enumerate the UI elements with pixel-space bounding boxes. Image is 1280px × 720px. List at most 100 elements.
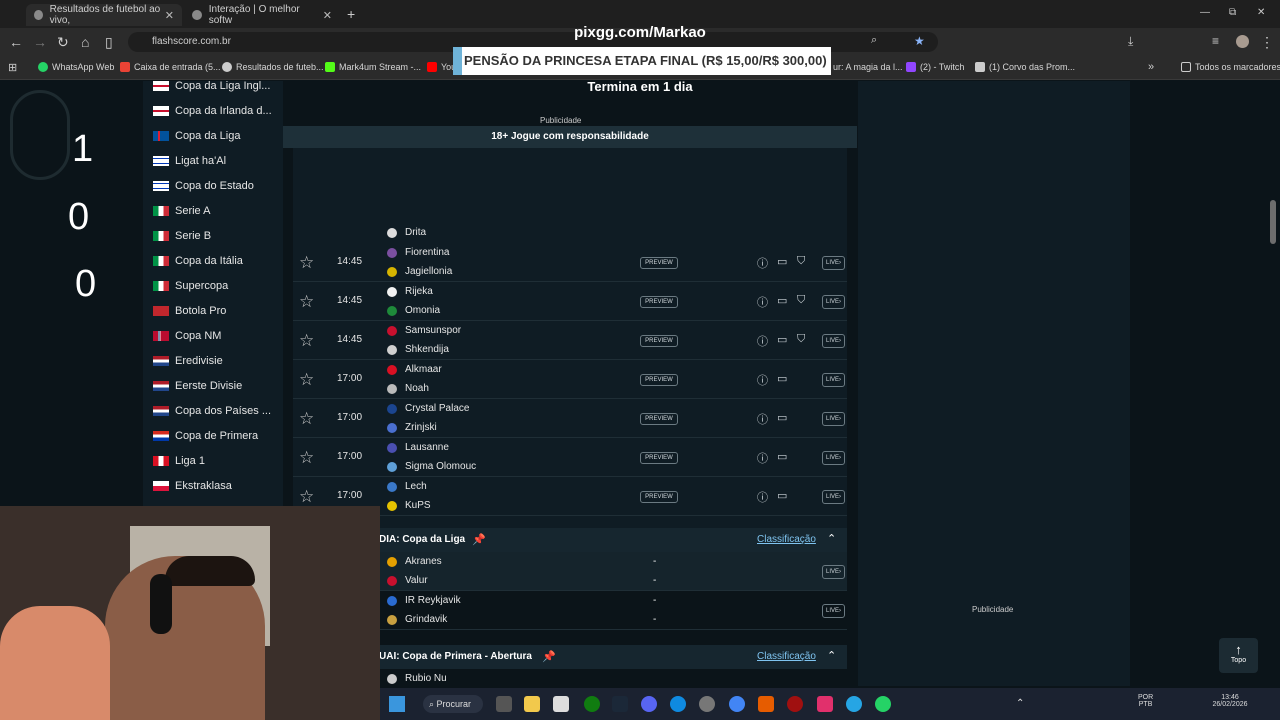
- competition-header[interactable]: UAI: Copa de Primera - Abertura 📌 Classifi…: [379, 645, 847, 669]
- pin-icon[interactable]: 📌: [542, 650, 556, 663]
- preview-button[interactable]: PREVIEW: [640, 335, 678, 347]
- match-row[interactable]: ☆ 17:00 Alkmaar Noah PREVIEW ⓘ ▭ LIVE›: [293, 360, 847, 399]
- live-button[interactable]: LIVE›: [822, 451, 845, 465]
- minimize-button[interactable]: —: [1200, 7, 1210, 18]
- sidebar-league-item[interactable]: Copa dos Países ...: [153, 401, 271, 421]
- bookmark-gmail[interactable]: Caixa de entrada (5...: [120, 62, 221, 72]
- preview-button[interactable]: PREVIEW: [640, 491, 678, 503]
- obs-icon[interactable]: [699, 696, 715, 712]
- info-icon[interactable]: ⓘ: [757, 411, 768, 427]
- favorite-star-icon[interactable]: ☆: [299, 448, 314, 468]
- taskbar-search[interactable]: ⌕ Procurar: [423, 695, 483, 713]
- tv-icon[interactable]: ▭: [777, 372, 787, 385]
- tv-icon[interactable]: ▭: [777, 294, 787, 307]
- live-button[interactable]: LIVE›: [822, 334, 845, 348]
- sidebar-league-item[interactable]: Ligat ha'Al: [153, 151, 226, 171]
- shirt-icon[interactable]: ⛉: [797, 255, 805, 268]
- tv-icon[interactable]: ▭: [777, 255, 787, 268]
- favorite-star-icon[interactable]: ☆: [299, 253, 314, 273]
- favorite-star-icon[interactable]: ☆: [299, 292, 314, 312]
- standings-link[interactable]: Classificação: [757, 534, 816, 545]
- whatsapp-taskbar-icon[interactable]: [875, 696, 891, 712]
- restore-button[interactable]: ⧉: [1229, 7, 1236, 18]
- all-bookmarks-folder[interactable]: Todos os marcadores: [1181, 62, 1280, 72]
- task-view-icon[interactable]: [496, 696, 512, 712]
- preview-button[interactable]: PREVIEW: [640, 296, 678, 308]
- bookmark-flashscore[interactable]: Resultados de futeb...: [222, 62, 324, 72]
- chevron-up-icon[interactable]: ⌃: [827, 532, 836, 545]
- live-button[interactable]: LIVE›: [822, 604, 845, 618]
- sidebar-league-item[interactable]: Eerste Divisie: [153, 376, 242, 396]
- new-tab-button[interactable]: +: [347, 6, 355, 22]
- chevron-up-icon[interactable]: ⌃: [827, 649, 836, 662]
- sidebar-league-item[interactable]: Botola Pro: [153, 301, 226, 321]
- sidebar-league-item[interactable]: Serie B: [153, 226, 211, 246]
- app-red-icon[interactable]: [787, 696, 803, 712]
- bookmark-twitch[interactable]: (2) - Twitch: [906, 62, 964, 72]
- tv-icon[interactable]: ▭: [777, 450, 787, 463]
- taskbar-clock[interactable]: 13:46 26/02/2026: [1205, 694, 1255, 708]
- sidebar-league-item[interactable]: Liga 1: [153, 451, 205, 471]
- bookmark-kick[interactable]: Mark4um Stream -...: [325, 62, 421, 72]
- telegram-icon[interactable]: [846, 696, 862, 712]
- favorite-star-icon[interactable]: ☆: [299, 409, 314, 429]
- favorite-star-icon[interactable]: ☆: [299, 331, 314, 351]
- favorite-star-icon[interactable]: ☆: [299, 370, 314, 390]
- tray-chevron-icon[interactable]: ⌃: [1016, 698, 1024, 709]
- sidebar-league-item[interactable]: Eredivisie: [153, 351, 223, 371]
- live-button[interactable]: LIVE›: [822, 256, 845, 270]
- tv-icon[interactable]: ▭: [777, 411, 787, 424]
- live-button[interactable]: LIVE›: [822, 490, 845, 504]
- close-tab-icon[interactable]: ✕: [323, 9, 332, 22]
- preview-button[interactable]: PREVIEW: [640, 374, 678, 386]
- live-button[interactable]: LIVE›: [822, 295, 845, 309]
- sidebar-league-item[interactable]: Copa de Primera: [153, 426, 258, 446]
- match-row[interactable]: ☆ 17:00 Lausanne Sigma Olomouc PREVIEW ⓘ ▭ LIVE…: [293, 438, 847, 477]
- edge-icon[interactable]: [670, 696, 686, 712]
- info-icon[interactable]: ⓘ: [757, 450, 768, 466]
- tv-icon[interactable]: ▭: [777, 489, 787, 502]
- steam-icon[interactable]: [612, 696, 628, 712]
- discord-icon[interactable]: [641, 696, 657, 712]
- info-icon[interactable]: ⓘ: [757, 294, 768, 310]
- match-row[interactable]: ☆ 17:00 Crystal Palace Zrinjski PREVIEW ⓘ ▭ LIV…: [293, 399, 847, 438]
- shirt-icon[interactable]: ⛉: [797, 333, 805, 346]
- sidebar-league-item[interactable]: Supercopa: [153, 276, 228, 296]
- match-row[interactable]: IR Reykjavik Grindavik - - LIVE›: [379, 591, 847, 630]
- store-icon[interactable]: [553, 696, 569, 712]
- info-icon[interactable]: ⓘ: [757, 372, 768, 388]
- sidebar-league-item[interactable]: Serie A: [153, 201, 210, 221]
- apps-grid-icon[interactable]: ⊞: [8, 61, 17, 74]
- close-tab-icon[interactable]: ✕: [165, 9, 174, 22]
- sidebar-league-item[interactable]: Copa da Itália: [153, 251, 243, 271]
- live-button[interactable]: LIVE›: [822, 373, 845, 387]
- instagram-icon[interactable]: [817, 696, 833, 712]
- live-button[interactable]: LIVE›: [822, 565, 845, 579]
- bookmark-magia[interactable]: ur: A magia da l...: [833, 62, 903, 72]
- tab-flashscore[interactable]: Resultados de futebol ao vivo, ✕: [26, 4, 182, 26]
- bookmark-youtube[interactable]: You: [427, 62, 456, 72]
- input-language[interactable]: POR PTB: [1138, 694, 1153, 708]
- scrollbar[interactable]: [1270, 200, 1276, 244]
- favorite-star-icon[interactable]: ☆: [299, 487, 314, 507]
- live-button[interactable]: LIVE›: [822, 412, 845, 426]
- sidebar-league-item[interactable]: Copa da Irlanda d...: [153, 101, 272, 121]
- competition-header[interactable]: DIA: Copa da Liga 📌 Classificação ⌃: [379, 528, 847, 552]
- more-bookmarks-icon[interactable]: »: [1148, 61, 1154, 73]
- sidebar-league-item[interactable]: Copa do Estado: [153, 176, 254, 196]
- standings-link[interactable]: Classificação: [757, 651, 816, 662]
- match-row[interactable]: ☆ 14:45 Rijeka Omonia PREVIEW ⓘ ▭ ⛉ LIVE›: [293, 282, 847, 321]
- app-orange-icon[interactable]: [758, 696, 774, 712]
- xbox-icon[interactable]: [584, 696, 600, 712]
- match-row[interactable]: ☆ 14:45 Samsunspor Shkendija PREVIEW ⓘ ▭ ⛉ LIVE›: [293, 321, 847, 360]
- match-row[interactable]: Akranes Valur - - LIVE›: [379, 552, 847, 591]
- bookmark-whatsapp[interactable]: WhatsApp Web: [38, 62, 114, 72]
- bookmark-corvo[interactable]: (1) Corvo das Prom...: [975, 62, 1075, 72]
- sidebar-league-item[interactable]: Copa NM: [153, 326, 221, 346]
- info-icon[interactable]: ⓘ: [757, 333, 768, 349]
- match-row[interactable]: ☆ 14:45 Fiorentina Jagiellonia PREVIEW ⓘ ▭ ⛉ LIV…: [293, 243, 847, 282]
- tv-icon[interactable]: ▭: [777, 333, 787, 346]
- top-button[interactable]: ↑ Topo: [1219, 638, 1258, 673]
- sidebar-league-item[interactable]: Ekstraklasa: [153, 476, 232, 496]
- pin-icon[interactable]: 📌: [472, 533, 486, 546]
